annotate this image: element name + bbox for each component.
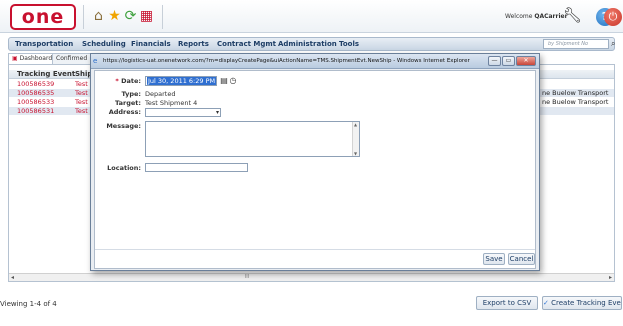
location-input[interactable] [145,163,248,172]
dialog-titlebar[interactable]: e https://logistics-uat.onenetwork.com/?… [91,54,539,69]
footer-divider [95,249,535,250]
carrier-cell: ne Buelow Transport [542,89,609,97]
one-logo[interactable]: one [10,4,76,30]
nav-reports[interactable]: Reports [178,40,209,48]
new-tracking-event-dialog: e https://logistics-uat.onenetwork.com/?… [90,53,540,271]
type-label: Type: [121,90,141,98]
save-button[interactable]: Save [483,253,505,265]
tracking-event-link[interactable]: 100586531 [17,107,54,115]
column-header-tracking-event[interactable]: Tracking Event [17,70,75,79]
create-tracking-event-label: Create Tracking Event [551,299,622,307]
welcome-prefix: Welcome [505,13,535,20]
scroll-thumb[interactable]: III [237,275,257,280]
header-divider [83,5,84,29]
nav-transportation[interactable]: Transportation [15,40,73,48]
nav-contract-mgmt[interactable]: Contract Mgmt [217,40,276,48]
minimize-button[interactable]: — [488,56,501,66]
tracking-event-link[interactable]: 100586533 [17,98,54,106]
power-icon[interactable]: ⏻ [604,8,622,26]
dialog-title: https://logistics-uat.onenetwork.com/?m=… [103,58,470,64]
tab-confirmed-label: Confirmed [56,55,88,62]
target-label: Target: [115,99,141,107]
address-select[interactable]: ▾ [145,108,221,117]
close-window-button[interactable]: ✕ [516,56,536,66]
target-value: Test Shipment 4 [145,99,198,107]
wrench-icon[interactable]: 🔧︎ [563,7,582,24]
dropdown-arrow-icon[interactable]: ▾ [216,109,219,116]
home-icon[interactable]: ⌂ [90,8,107,25]
nav-tools[interactable]: Tools [339,40,359,48]
date-label: * Date: [115,77,141,85]
app-header: one ⌂ ★ ⟳ ▦ Welcome QACarrier 🔧︎ ? [0,0,623,33]
address-label: Address: [108,108,141,116]
paging-status: Viewing 1-4 of 4 [0,300,57,308]
scroll-down-arrow-icon[interactable]: ▼ [354,151,357,156]
shipment-search-input[interactable]: by Shipment No [543,39,609,49]
search-icon[interactable]: ⌕ [611,39,615,49]
main-navigation: Transportation Scheduling Financials Rep… [8,37,615,51]
cancel-button[interactable]: Cancel [508,253,535,265]
dialog-form: * Date: Jul 30, 2011 6:29 PM ▤ ◷ Type: D… [94,70,536,269]
date-label-text: Date: [121,77,141,85]
reports-icon[interactable]: ▦ [138,8,155,25]
scroll-left-arrow-icon[interactable]: ◂ [11,274,14,282]
date-field[interactable]: Jul 30, 2011 6:29 PM [145,76,217,86]
carrier-cell: ne Buelow Transport [542,98,609,106]
browser-icon: e [93,57,98,65]
dashboard-tab-icon: ▣ [12,55,18,62]
horizontal-scrollbar[interactable]: ◂ III ▸ [9,273,614,281]
tracking-event-link[interactable]: 100586539 [17,80,54,88]
refresh-icon[interactable]: ⟳ [122,8,139,25]
nav-scheduling[interactable]: Scheduling [82,40,126,48]
create-tracking-event-button[interactable]: ✓ Create Tracking Event [542,296,622,310]
message-scrollbar[interactable]: ▲ ▼ [352,122,359,156]
tab-dashboard-label: Dashboard [19,55,53,62]
maximize-button[interactable]: ▭ [502,56,515,66]
scroll-right-arrow-icon[interactable]: ▸ [609,274,612,282]
nav-financials[interactable]: Financials [131,40,171,48]
message-textarea[interactable]: ▲ ▼ [145,121,360,157]
scroll-up-arrow-icon[interactable]: ▲ [354,122,357,127]
nav-administration[interactable]: Administration [278,40,337,48]
date-value: Jul 30, 2011 6:29 PM [147,77,217,85]
check-icon: ✓ [543,299,549,307]
location-label: Location: [107,164,141,172]
favorites-star-icon[interactable]: ★ [106,8,123,25]
clock-icon[interactable]: ◷ [228,76,238,86]
welcome-text: Welcome QACarrier [505,13,568,20]
tab-confirmed[interactable]: Confirmed [52,53,92,64]
header-divider [162,5,163,29]
export-csv-button[interactable]: Export to CSV [476,296,538,310]
message-label: Message: [106,122,141,130]
tracking-event-link[interactable]: 100586535 [17,89,54,97]
type-value: Departed [145,90,176,98]
